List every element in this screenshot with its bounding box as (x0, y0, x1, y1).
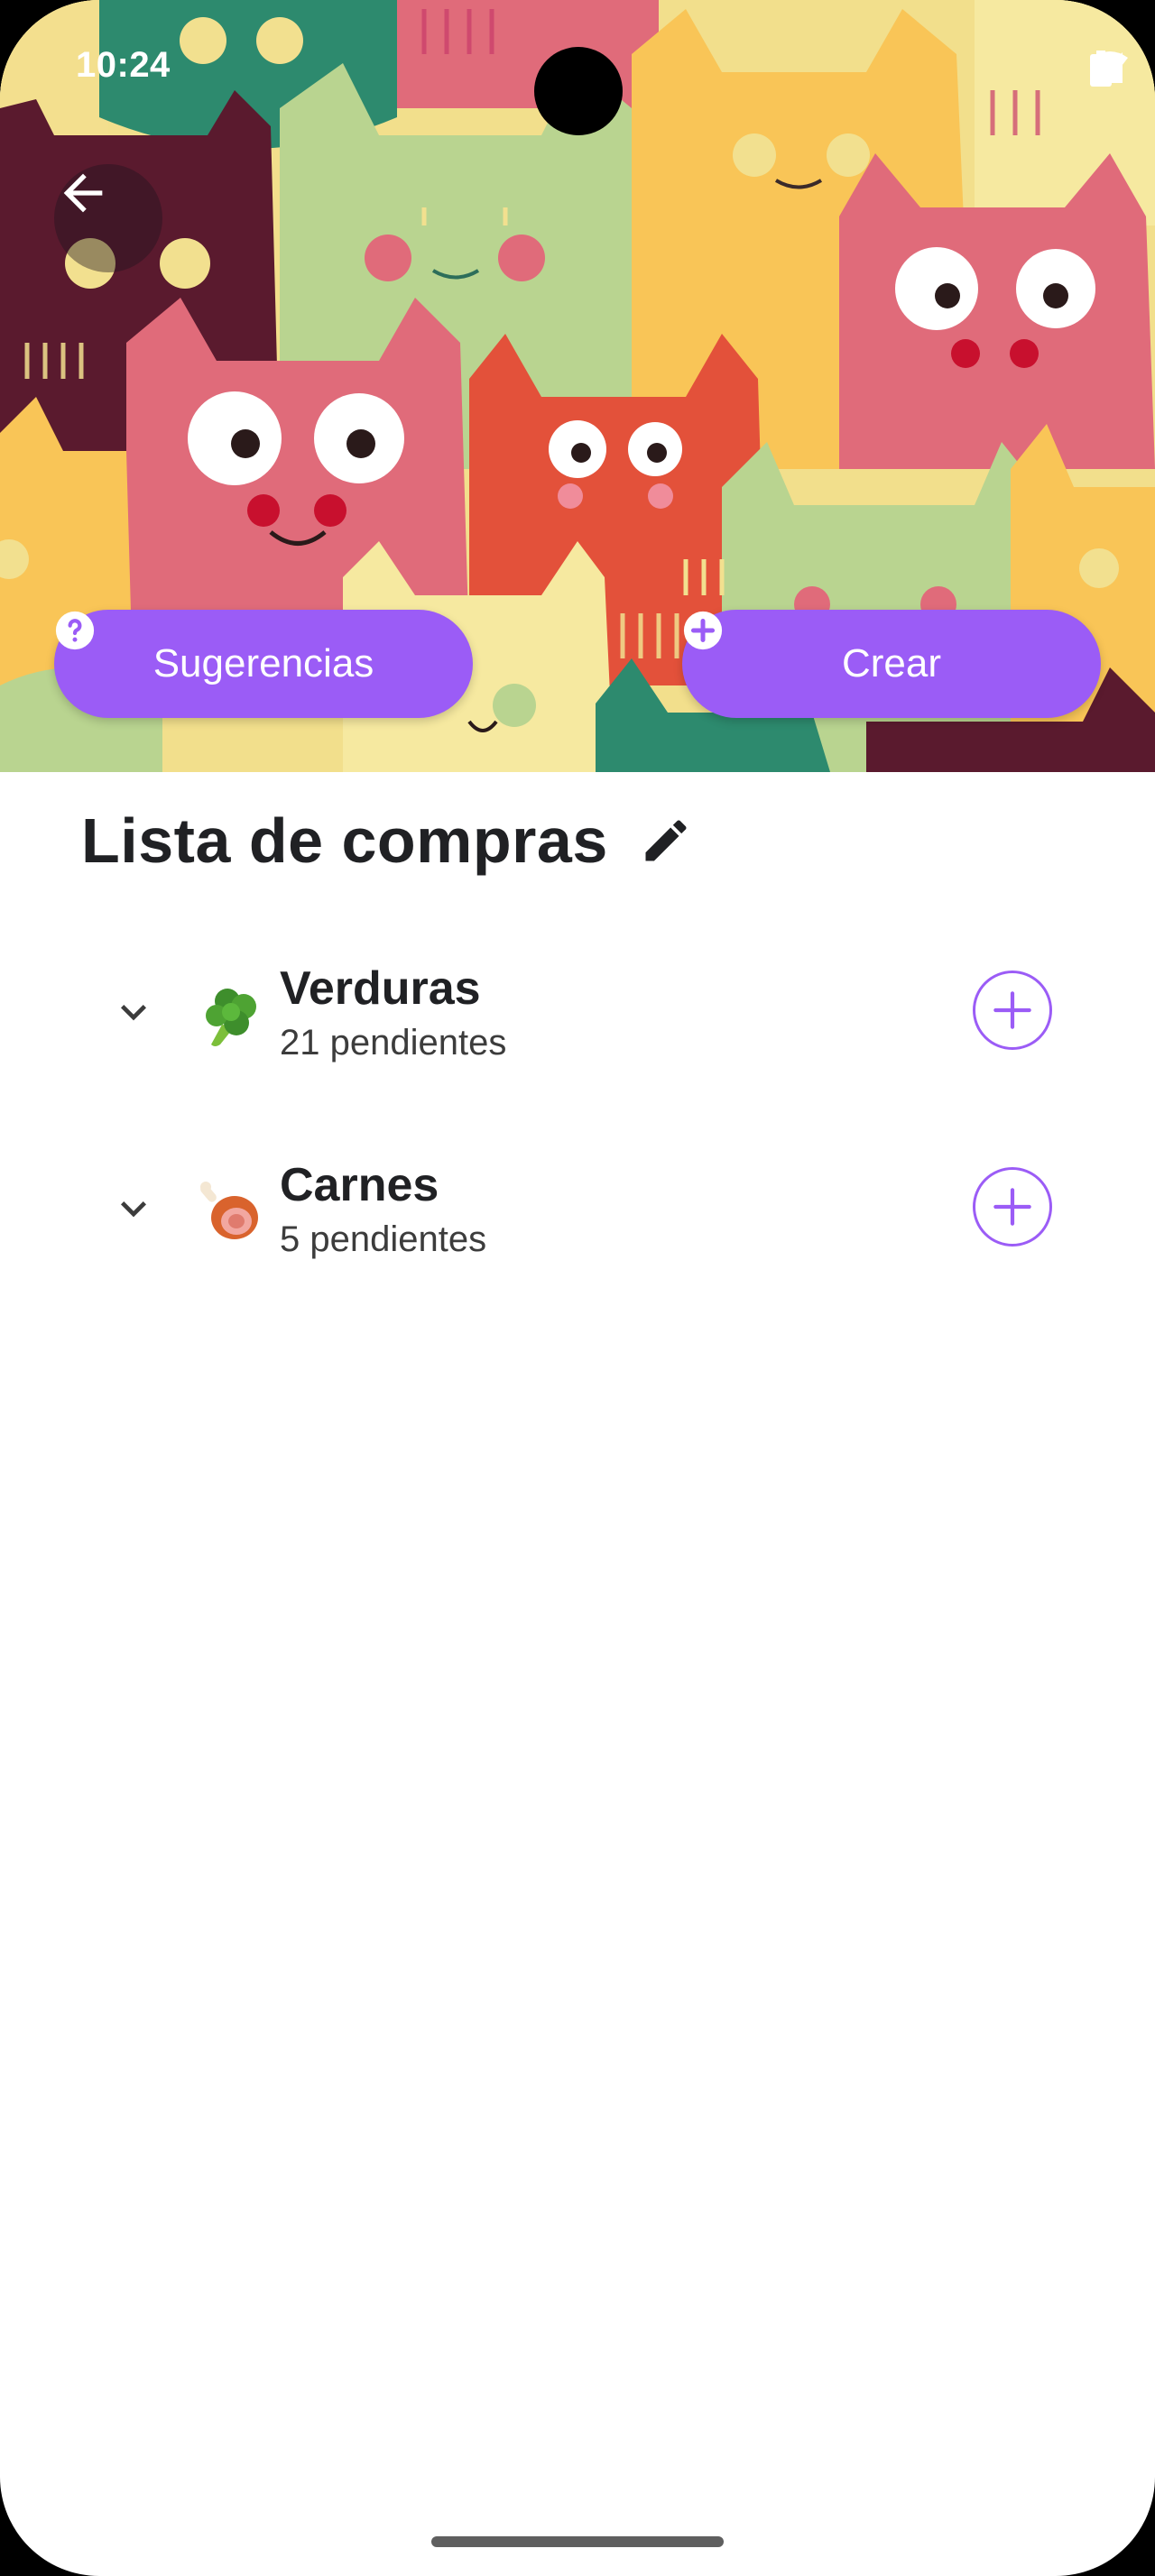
battery-icon (1090, 51, 1112, 87)
suggestions-label: Sugerencias (152, 641, 374, 685)
help-circle-icon (55, 611, 95, 650)
add-item-button[interactable] (973, 971, 1052, 1050)
arrow-left-icon (63, 173, 103, 213)
category-pending-count: 5 pendientes (280, 1219, 487, 1259)
broccoli-icon (206, 989, 256, 1046)
back-button[interactable] (54, 164, 162, 272)
create-label: Crear (841, 641, 942, 685)
home-indicator[interactable] (431, 2536, 724, 2547)
add-circle-icon (683, 611, 723, 650)
plus-icon (993, 1188, 1031, 1226)
meat-on-bone-icon (200, 1182, 258, 1239)
page-title: Lista de compras (81, 805, 608, 876)
suggestions-button[interactable]: Sugerencias (54, 610, 473, 718)
pencil-icon[interactable] (639, 814, 693, 868)
category-name: Verduras (280, 962, 481, 1015)
list-title-row: Lista de compras (81, 805, 693, 877)
chevron-down-icon[interactable] (108, 1183, 159, 1234)
app-screen: 10:24 Sugerencias Crear Lista de compras… (0, 0, 1155, 2576)
create-button[interactable]: Crear (682, 610, 1101, 718)
category-carnes[interactable]: Carnes 5 pendientes (0, 1140, 1155, 1275)
camera-cutout (534, 47, 623, 135)
category-pending-count: 21 pendientes (280, 1023, 507, 1063)
plus-icon (993, 991, 1031, 1029)
status-time: 10:24 (76, 45, 171, 85)
chevron-down-icon[interactable] (108, 987, 159, 1037)
category-name: Carnes (280, 1159, 439, 1211)
add-item-button[interactable] (973, 1167, 1052, 1247)
header-cover-image: 10:24 Sugerencias Crear (0, 0, 1155, 772)
category-verduras[interactable]: Verduras 21 pendientes (0, 943, 1155, 1079)
